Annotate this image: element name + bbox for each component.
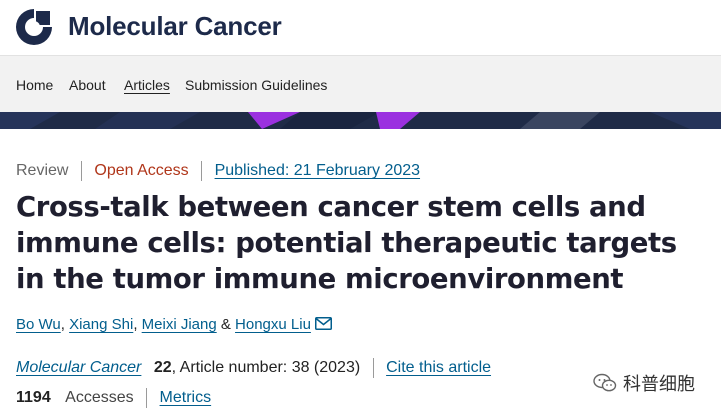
metrics-row: 1194 Accesses Metrics: [16, 387, 211, 409]
author-link[interactable]: Bo Wu: [16, 316, 61, 333]
author-link[interactable]: Hongxu Liu: [235, 316, 311, 333]
journal-name[interactable]: Molecular Cancer: [68, 10, 282, 42]
author-list: Bo Wu, Xiang Shi, Meixi Jiang & Hongxu L…: [16, 315, 332, 335]
divider: [80, 161, 82, 181]
published-date-link[interactable]: Published: 21 February 2023: [215, 160, 420, 182]
volume-number: 22: [153, 359, 172, 376]
author-separator: &: [216, 316, 236, 333]
journal-logo-icon[interactable]: [14, 7, 54, 47]
open-access-badge: Open Access: [94, 162, 189, 179]
author-separator: ,: [133, 316, 142, 333]
author-link[interactable]: Meixi Jiang: [142, 316, 217, 333]
cite-article-link[interactable]: Cite this article: [386, 357, 491, 379]
decorative-banner: [0, 112, 721, 129]
main-nav: Home About Articles Submission Guideline…: [0, 55, 721, 112]
article-title: Cross-talk between cancer stem cells and…: [16, 191, 677, 295]
divider: [372, 358, 374, 378]
journal-link[interactable]: Molecular Cancer: [16, 357, 141, 379]
divider: [201, 161, 203, 181]
site-header: Molecular Cancer: [0, 0, 721, 55]
citation-row: Molecular Cancer 22, Article number: 38 …: [16, 357, 491, 379]
mail-icon[interactable]: [314, 317, 332, 330]
article-type: Review: [16, 162, 69, 179]
metrics-link[interactable]: Metrics: [160, 387, 212, 409]
nav-home[interactable]: Home: [16, 77, 53, 93]
nav-about[interactable]: About: [69, 77, 106, 93]
wechat-icon: [593, 373, 617, 392]
nav-articles[interactable]: Articles: [124, 77, 170, 93]
divider: [146, 388, 148, 408]
accesses-count: 1194: [16, 389, 51, 406]
watermark: 科普细胞: [593, 370, 695, 396]
article-meta-row: Review Open Access Published: 21 Februar…: [16, 160, 420, 182]
accesses-label: Accesses: [65, 389, 134, 406]
watermark-text: 科普细胞: [623, 374, 695, 394]
author-separator: ,: [60, 316, 70, 333]
author-link[interactable]: Xiang Shi: [69, 316, 133, 333]
article-number: , Article number: 38 (2023): [171, 359, 361, 376]
nav-submission-guidelines[interactable]: Submission Guidelines: [185, 77, 327, 93]
